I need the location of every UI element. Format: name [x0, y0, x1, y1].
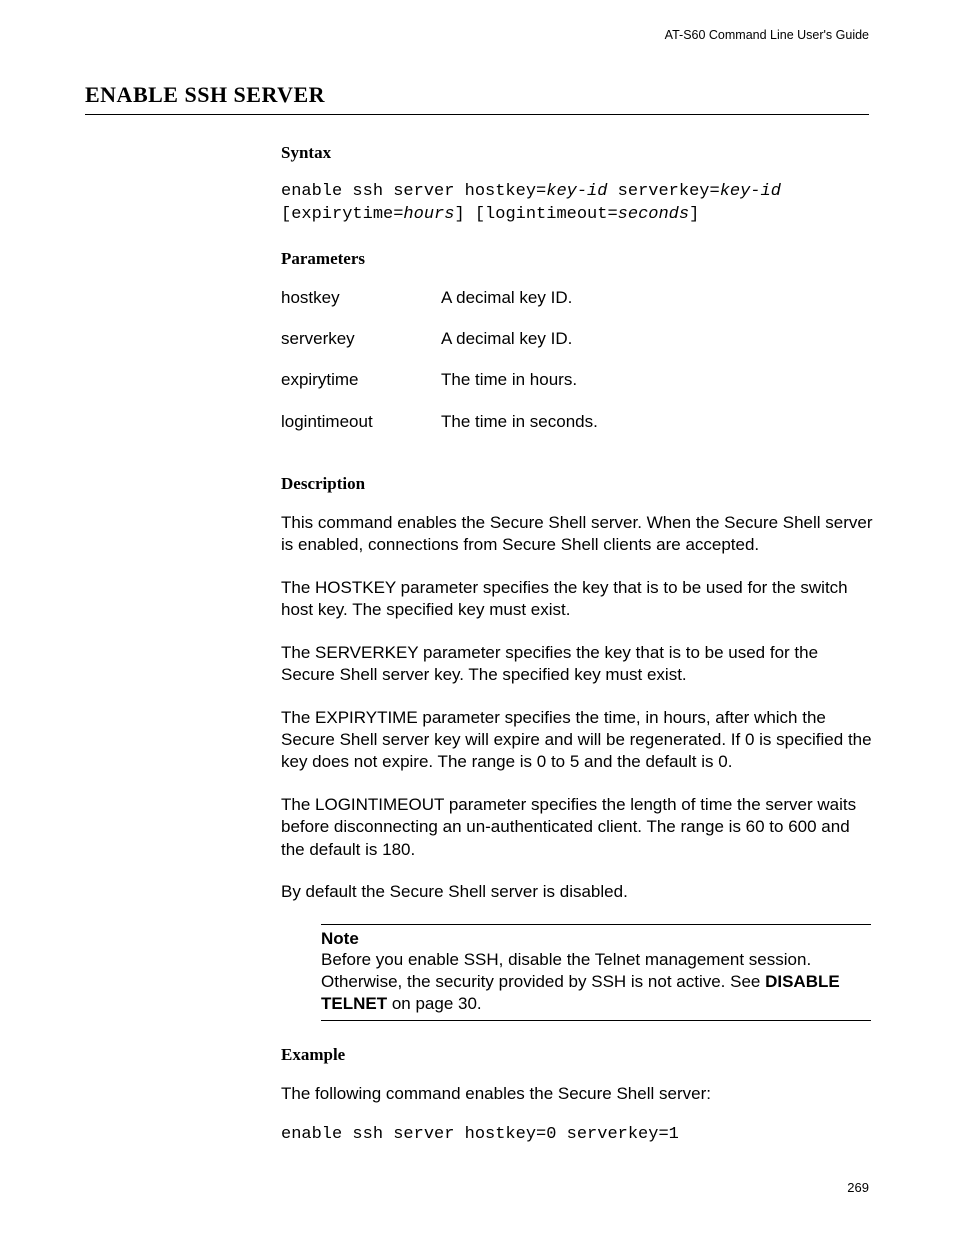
note-body: Before you enable SSH, disable the Telne…: [321, 950, 811, 991]
title-rule: [85, 114, 869, 115]
example-command: enable ssh server hostkey=0 serverkey=1: [281, 1125, 875, 1144]
note-rule-bottom: [321, 1020, 871, 1021]
heading-description: Description: [281, 474, 875, 494]
parameters-table: hostkey A decimal key ID. serverkey A de…: [281, 287, 875, 452]
example-intro: The following command enables the Secure…: [281, 1083, 875, 1105]
note-body: on page 30.: [387, 994, 482, 1013]
command-title: ENABLE SSH SERVER: [85, 82, 869, 108]
syntax-param: hours: [403, 205, 454, 224]
syntax-literal: enable ssh server hostkey=: [281, 182, 546, 201]
syntax-literal: serverkey=: [607, 182, 719, 201]
param-name: hostkey: [281, 287, 441, 328]
table-row: hostkey A decimal key ID.: [281, 287, 875, 328]
param-desc: A decimal key ID.: [441, 287, 875, 328]
note-rule-top: [321, 924, 871, 925]
description-paragraph: By default the Secure Shell server is di…: [281, 881, 875, 903]
note-label: Note: [321, 929, 871, 949]
syntax-param: key-id: [720, 182, 781, 201]
page-number: 269: [847, 1180, 869, 1195]
syntax-literal: ] [logintimeout=: [454, 205, 617, 224]
table-row: expirytime The time in hours.: [281, 369, 875, 410]
syntax-param: key-id: [546, 182, 607, 201]
param-desc: The time in hours.: [441, 369, 875, 410]
table-row: serverkey A decimal key ID.: [281, 328, 875, 369]
heading-example: Example: [281, 1045, 875, 1065]
description-paragraph: The EXPIRYTIME parameter specifies the t…: [281, 707, 875, 774]
table-row: logintimeout The time in seconds.: [281, 411, 875, 452]
body-column: Syntax enable ssh server hostkey=key-id …: [281, 143, 875, 1144]
param-name: expirytime: [281, 369, 441, 410]
page: AT-S60 Command Line User's Guide ENABLE …: [0, 0, 954, 1235]
param-name: logintimeout: [281, 411, 441, 452]
description-paragraph: This command enables the Secure Shell se…: [281, 512, 875, 557]
description-paragraph: The SERVERKEY parameter specifies the ke…: [281, 642, 875, 687]
description-paragraph: The HOSTKEY parameter specifies the key …: [281, 577, 875, 622]
syntax-text: enable ssh server hostkey=key-id serverk…: [281, 181, 875, 227]
param-desc: The time in seconds.: [441, 411, 875, 452]
heading-parameters: Parameters: [281, 249, 875, 269]
note-block: Note Before you enable SSH, disable the …: [321, 924, 871, 1021]
syntax-param: seconds: [618, 205, 689, 224]
note-text: Before you enable SSH, disable the Telne…: [321, 949, 871, 1016]
param-name: serverkey: [281, 328, 441, 369]
running-header: AT-S60 Command Line User's Guide: [85, 28, 869, 42]
syntax-literal: [expirytime=: [281, 205, 403, 224]
syntax-literal: ]: [689, 205, 699, 224]
heading-syntax: Syntax: [281, 143, 875, 163]
description-paragraph: The LOGINTIMEOUT parameter specifies the…: [281, 794, 875, 861]
param-desc: A decimal key ID.: [441, 328, 875, 369]
